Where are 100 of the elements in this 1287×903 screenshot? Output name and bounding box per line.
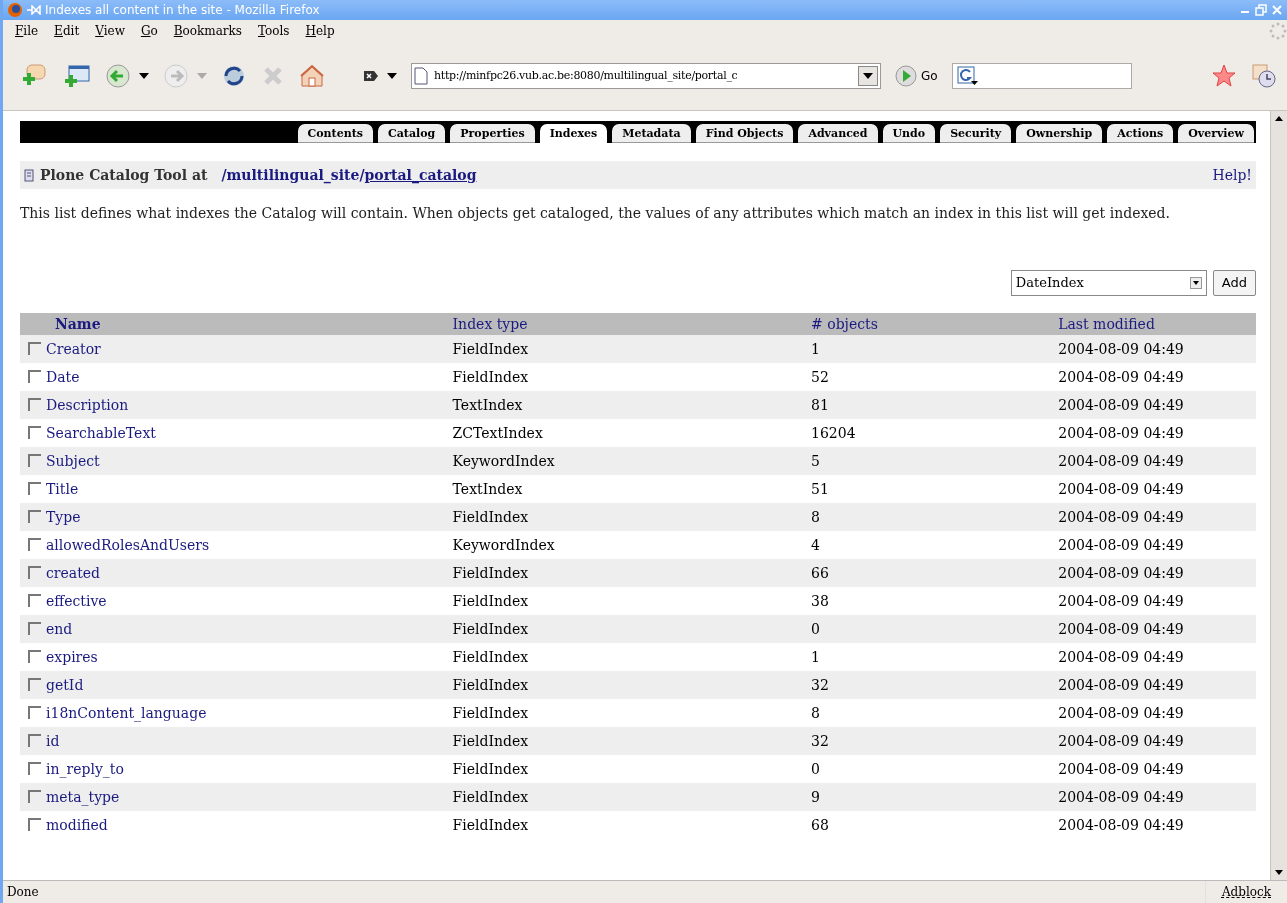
checkbox[interactable]	[28, 425, 41, 439]
table-cell: 16204	[811, 424, 856, 441]
close-icon[interactable]	[1271, 4, 1283, 16]
checkbox[interactable]	[28, 733, 41, 747]
go-button[interactable]: Go	[895, 65, 938, 87]
index-type-select[interactable]: DateIndex	[1010, 270, 1207, 296]
index-name-link[interactable]: end	[46, 620, 73, 637]
menu-item[interactable]: File	[7, 22, 47, 40]
object-link[interactable]: portal_catalog	[364, 164, 477, 186]
tab[interactable]: Ownership	[1016, 124, 1103, 143]
star-icon[interactable]	[1211, 63, 1237, 89]
table-cell: FieldIndex	[452, 340, 529, 357]
adblock-status[interactable]: Adblock	[1204, 881, 1287, 903]
table-cell: FieldIndex	[452, 704, 529, 721]
table-cell: FieldIndex	[452, 676, 529, 693]
reload-icon[interactable]	[221, 63, 247, 89]
menu-item[interactable]: Go	[132, 22, 166, 40]
tab[interactable]: Contents	[297, 124, 373, 143]
index-name-link[interactable]: Date	[46, 368, 80, 385]
add-button[interactable]: Add	[1212, 270, 1256, 296]
checkbox[interactable]	[28, 453, 41, 467]
index-name-link[interactable]: allowedRolesAndUsers	[46, 536, 210, 553]
checkbox[interactable]	[28, 677, 41, 691]
dropdown-icon[interactable]	[858, 66, 878, 86]
index-name-link[interactable]: SearchableText	[46, 424, 156, 441]
tab[interactable]: Advanced	[798, 124, 878, 143]
table-cell: 2004-08-09 04:49	[1058, 788, 1184, 805]
menu-item[interactable]: Edit	[46, 22, 88, 40]
help-link[interactable]: Help!	[1212, 164, 1252, 186]
dropdown-icon	[1189, 277, 1202, 289]
menu-item[interactable]: Help	[297, 22, 343, 40]
checkbox[interactable]	[28, 369, 41, 383]
table-cell: 2004-08-09 04:49	[1058, 704, 1184, 721]
checkbox[interactable]	[28, 537, 41, 551]
table-cell: 2004-08-09 04:49	[1058, 592, 1184, 609]
checkbox[interactable]	[28, 789, 41, 803]
checkbox[interactable]	[28, 565, 41, 579]
index-name-link[interactable]: id	[46, 732, 60, 749]
search-field[interactable]	[951, 63, 1132, 89]
tab[interactable]: Indexes	[539, 124, 608, 143]
checkbox[interactable]	[28, 481, 41, 495]
table-cell: 32	[811, 676, 829, 693]
table-cell: 2004-08-09 04:49	[1058, 564, 1184, 581]
index-name-link[interactable]: created	[46, 564, 101, 581]
index-name-link[interactable]: Type	[46, 508, 81, 525]
index-name-link[interactable]: Creator	[46, 340, 101, 357]
restore-icon[interactable]	[1255, 4, 1267, 16]
index-name-link[interactable]: getId	[46, 676, 84, 693]
table-cell: FieldIndex	[452, 564, 529, 581]
column-header[interactable]: Name	[55, 315, 101, 332]
checkbox[interactable]	[28, 621, 41, 635]
tab[interactable]: Security	[940, 124, 1012, 143]
table-cell: FieldIndex	[452, 368, 529, 385]
column-header[interactable]: Index type	[452, 315, 528, 332]
checkbox[interactable]	[28, 649, 41, 663]
new-window-icon[interactable]	[63, 63, 91, 89]
tab[interactable]: Properties	[450, 124, 535, 143]
table-cell: FieldIndex	[452, 760, 529, 777]
address-bar[interactable]: http://minfpc26.vub.ac.be:8080/multilingual_site/portal_c	[411, 63, 881, 89]
table-cell: 66	[811, 564, 829, 581]
caret-icon[interactable]	[139, 73, 149, 79]
tab[interactable]: Actions	[1107, 124, 1174, 143]
path-link[interactable]: /multilingual_site/	[221, 164, 365, 186]
table-cell: FieldIndex	[452, 788, 529, 805]
home-icon[interactable]	[299, 63, 325, 89]
checkbox[interactable]	[28, 761, 41, 775]
index-name-link[interactable]: modified	[46, 816, 108, 833]
browser-logo-icon	[7, 2, 23, 18]
checkbox[interactable]	[28, 705, 41, 719]
table-cell: 2004-08-09 04:49	[1058, 396, 1184, 413]
checkbox[interactable]	[28, 593, 41, 607]
tab[interactable]: Undo	[882, 124, 936, 143]
checkbox[interactable]	[28, 509, 41, 523]
tab[interactable]: Find Objects	[695, 124, 794, 143]
menu-item[interactable]: View	[87, 22, 133, 40]
index-name-link[interactable]: effective	[46, 592, 107, 609]
index-name-link[interactable]: Description	[46, 396, 129, 413]
tab[interactable]: Overview	[1178, 124, 1254, 143]
index-name-link[interactable]: expires	[46, 648, 98, 665]
tab[interactable]: Catalog	[378, 124, 446, 143]
table-cell: 1	[811, 648, 820, 665]
menu-item[interactable]: Tools	[250, 22, 298, 40]
index-name-link[interactable]: i18nContent_language	[46, 704, 207, 721]
index-name-link[interactable]: in_reply_to	[46, 760, 124, 777]
table-cell: 2004-08-09 04:49	[1058, 676, 1184, 693]
checkbox[interactable]	[28, 341, 41, 355]
tab[interactable]: Metadata	[612, 124, 691, 143]
tag-icon[interactable]	[363, 70, 379, 82]
description-text: This list defines what indexes the Catalog will contain. When objects get cataloged, the values of any attributes which match an index in this list will get indexed.	[20, 204, 1171, 223]
table-cell: FieldIndex	[452, 620, 529, 637]
index-name-link[interactable]: Subject	[46, 452, 100, 469]
history-icon[interactable]	[1251, 63, 1277, 89]
pin-icon	[27, 5, 41, 15]
menu-item[interactable]: Bookmarks	[165, 22, 250, 40]
index-name-link[interactable]: Title	[46, 480, 79, 497]
caret-icon[interactable]	[387, 73, 397, 79]
checkbox[interactable]	[28, 817, 41, 831]
scrollbar[interactable]	[1270, 111, 1287, 880]
checkbox[interactable]	[28, 397, 41, 411]
index-name-link[interactable]: meta_type	[46, 788, 120, 805]
